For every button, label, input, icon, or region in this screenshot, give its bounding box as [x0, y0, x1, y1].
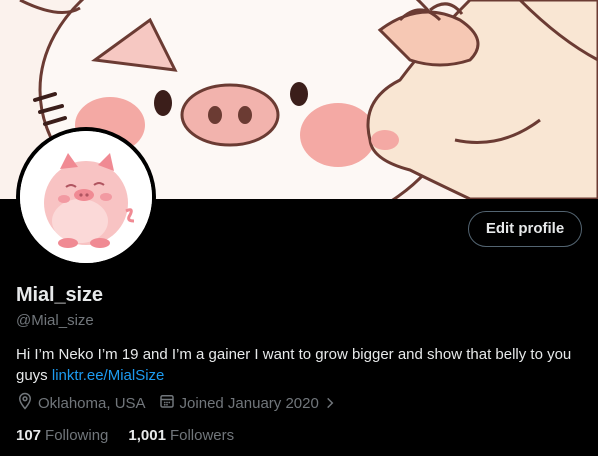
- display-name: Mial_size: [16, 284, 103, 306]
- following-label: Following: [45, 426, 109, 444]
- following-link[interactable]: 107 Following: [16, 427, 108, 444]
- follow-counts: 107 Following 1,001 Followers: [16, 426, 254, 444]
- location-text: Oklahoma, USA: [38, 394, 146, 412]
- location-pin-icon: [16, 392, 38, 414]
- bio-link[interactable]: linktr.ee/MialSize: [52, 367, 165, 384]
- profile-meta: Oklahoma, USA Joined January 2020: [16, 392, 353, 414]
- avatar-image: [20, 131, 152, 263]
- edit-profile-button[interactable]: Edit profile: [468, 211, 582, 247]
- profile-avatar[interactable]: [16, 127, 156, 267]
- followers-link[interactable]: 1,001 Followers: [128, 427, 234, 444]
- joined-item[interactable]: Joined January 2020: [158, 392, 341, 414]
- user-handle: @Mial_size: [16, 312, 94, 329]
- calendar-icon: [158, 392, 180, 414]
- joined-text: Joined January 2020: [179, 394, 319, 412]
- following-count: 107: [16, 426, 42, 444]
- followers-count: 1,001: [128, 426, 166, 444]
- followers-label: Followers: [169, 426, 235, 444]
- chevron-right-icon: [323, 396, 341, 410]
- pig-avatar-illustration: [20, 131, 152, 263]
- profile-bio: Hi I’m Neko I’m 19 and I’m a gainer I wa…: [16, 344, 588, 386]
- location-item: Oklahoma, USA: [16, 392, 146, 414]
